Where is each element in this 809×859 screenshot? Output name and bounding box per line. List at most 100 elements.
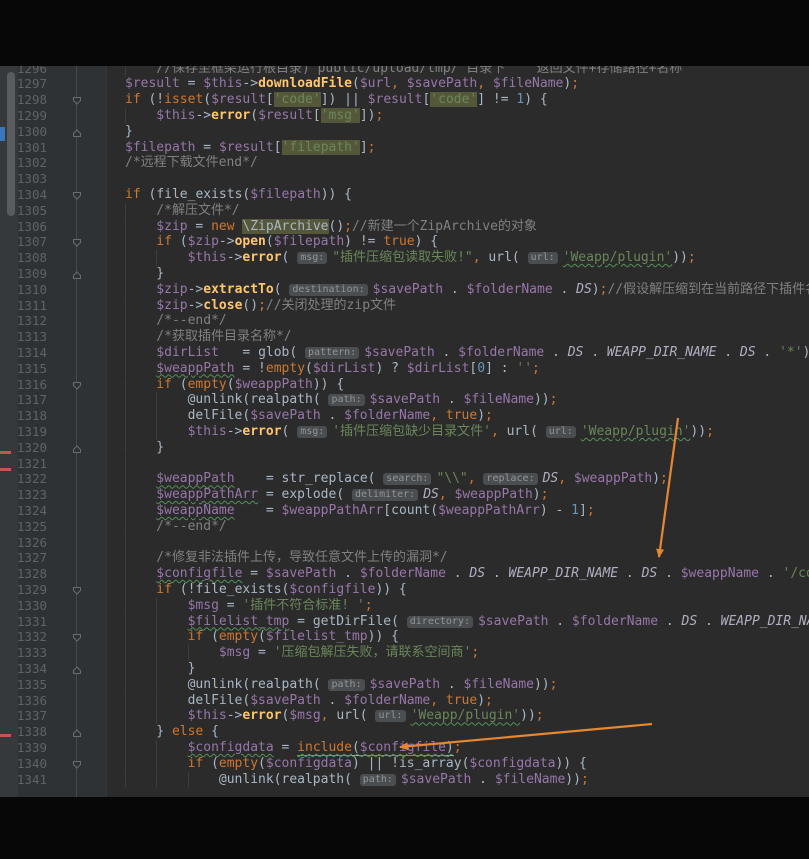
code-line[interactable]: 1326 (0, 535, 809, 551)
line-number[interactable]: 1341 (0, 772, 47, 788)
code-line[interactable]: 1333$msg = '压缩包解压失败，请联系空间商'; (0, 645, 809, 661)
line-number[interactable]: 1336 (0, 693, 47, 709)
fold-collapse-icon[interactable] (72, 190, 82, 200)
fold-collapse-icon[interactable] (72, 380, 82, 390)
line-number[interactable]: 1331 (0, 614, 47, 630)
code-line[interactable]: 1305/*解压文件*/ (0, 203, 809, 219)
line-number[interactable]: 1315 (0, 361, 47, 377)
line-number[interactable]: 1299 (0, 108, 47, 124)
code-line[interactable]: 1325/*--end*/ (0, 519, 809, 535)
line-number[interactable]: 1328 (0, 566, 47, 582)
line-number[interactable]: 1332 (0, 629, 47, 645)
code-line[interactable]: 1320} (0, 440, 809, 456)
line-number[interactable]: 1322 (0, 471, 47, 487)
fold-end-icon[interactable] (72, 664, 82, 674)
line-number[interactable]: 1334 (0, 661, 47, 677)
code-line[interactable]: 1328$configfile = $savePath . $folderNam… (0, 566, 809, 582)
code-line[interactable]: 1300} (0, 124, 809, 140)
fold-end-icon[interactable] (72, 443, 82, 453)
code-line[interactable]: 1307if ($zip->open($filepath) != true) { (0, 234, 809, 250)
code-line[interactable]: 1322$weappPath = str_replace( search:"\\… (0, 471, 809, 487)
line-number[interactable]: 1329 (0, 582, 47, 598)
code-line[interactable]: 1329if (!file_exists($configfile)) { (0, 582, 809, 598)
code-line[interactable]: 1314$dirList = glob( pattern:$savePath .… (0, 345, 809, 361)
line-number[interactable]: 1327 (0, 550, 47, 566)
code-line[interactable]: 1319$this->error( msg:'插件压缩包缺少目录文件', url… (0, 424, 809, 440)
code-line[interactable]: 1304if (file_exists($filepath)) { (0, 187, 809, 203)
code-line[interactable]: 1297$result = $this->downloadFile($url, … (0, 76, 809, 92)
line-number[interactable]: 1305 (0, 203, 47, 219)
fold-collapse-icon[interactable] (72, 632, 82, 642)
fold-end-icon[interactable] (72, 727, 82, 737)
code-line[interactable]: 1334} (0, 661, 809, 677)
line-number[interactable]: 1338 (0, 724, 47, 740)
code-line[interactable]: 1308$this->error( msg:"插件压缩包读取失败!", url(… (0, 250, 809, 266)
code-line[interactable]: 1327/*修复非法插件上传，导致任意文件上传的漏洞*/ (0, 550, 809, 566)
line-number[interactable]: 1326 (0, 535, 47, 551)
code-line[interactable]: 1301$filepath = $result['filepath']; (0, 140, 809, 156)
code-line[interactable]: 1330$msg = '插件不符合标准! '; (0, 598, 809, 614)
fold-collapse-icon[interactable] (72, 585, 82, 595)
code-line[interactable]: 1331$filelist_tmp = getDirFile( director… (0, 614, 809, 630)
line-number[interactable]: 1307 (0, 234, 47, 250)
fold-end-icon[interactable] (72, 269, 82, 279)
code-line[interactable]: 1341@unlink(realpath( path:$savePath . $… (0, 772, 809, 788)
line-number[interactable]: 1330 (0, 598, 47, 614)
line-number[interactable]: 1314 (0, 345, 47, 361)
line-number[interactable]: 1335 (0, 677, 47, 693)
code-line[interactable]: 1336delFile($savePath . $folderName, tru… (0, 693, 809, 709)
code-line[interactable]: 1318delFile($savePath . $folderName, tru… (0, 408, 809, 424)
line-number[interactable]: 1309 (0, 266, 47, 282)
code-line[interactable]: 1321 (0, 456, 809, 472)
code-line[interactable]: 1311$zip->close();//关闭处理的zip文件 (0, 298, 809, 314)
fold-end-icon[interactable] (72, 127, 82, 137)
line-number[interactable]: 1339 (0, 740, 47, 756)
line-number[interactable]: 1317 (0, 392, 47, 408)
line-number[interactable]: 1311 (0, 298, 47, 314)
code-line[interactable]: 1312/*--end*/ (0, 313, 809, 329)
code-line[interactable]: 1338} else { (0, 724, 809, 740)
code-line[interactable]: 1309} (0, 266, 809, 282)
code-line[interactable]: 1298if (!isset($result['code']) || $resu… (0, 92, 809, 108)
line-number[interactable]: 1340 (0, 756, 47, 772)
fold-collapse-icon[interactable] (72, 95, 82, 105)
code-line[interactable]: 1299$this->error($result['msg']); (0, 108, 809, 124)
fold-collapse-icon[interactable] (72, 237, 82, 247)
line-number[interactable]: 1323 (0, 487, 47, 503)
code-line[interactable]: 1303 (0, 171, 809, 187)
code-line[interactable]: 1316if (empty($weappPath)) { (0, 377, 809, 393)
code-line[interactable]: 1310$zip->extractTo( destination:$savePa… (0, 282, 809, 298)
line-number[interactable]: 1313 (0, 329, 47, 345)
line-number[interactable]: 1301 (0, 140, 47, 156)
code-line[interactable]: 1335@unlink(realpath( path:$savePath . $… (0, 677, 809, 693)
line-number[interactable]: 1302 (0, 155, 47, 171)
code-line[interactable]: 1313/*获取插件目录名称*/ (0, 329, 809, 345)
code-line[interactable]: 1339$configdata = include($configfile); (0, 740, 809, 756)
line-number[interactable]: 1310 (0, 282, 47, 298)
code-line[interactable]: 1302/*远程下载文件end*/ (0, 155, 809, 171)
line-number[interactable]: 1333 (0, 645, 47, 661)
line-number[interactable]: 1319 (0, 424, 47, 440)
line-number[interactable]: 1312 (0, 313, 47, 329)
line-number[interactable]: 1304 (0, 187, 47, 203)
code-line[interactable]: 1323$weappPathArr = explode( delimiter:D… (0, 487, 809, 503)
code-line[interactable]: 1332if (empty($filelist_tmp)) { (0, 629, 809, 645)
line-number[interactable]: 1308 (0, 250, 47, 266)
code-line[interactable]: 1317@unlink(realpath( path:$savePath . $… (0, 392, 809, 408)
line-number[interactable]: 1316 (0, 377, 47, 393)
code-line[interactable]: 1337$this->error($msg, url( url:'Weapp/p… (0, 708, 809, 724)
line-number[interactable]: 1298 (0, 92, 47, 108)
line-number[interactable]: 1297 (0, 76, 47, 92)
fold-collapse-icon[interactable] (72, 759, 82, 769)
line-number[interactable]: 1300 (0, 124, 47, 140)
code-line[interactable]: 1315$weappPath = !empty($dirList) ? $dir… (0, 361, 809, 377)
code-line[interactable]: 1324$weappName = $weappPathArr[count($we… (0, 503, 809, 519)
code-line[interactable]: 1340if (empty($configdata) || !is_array(… (0, 756, 809, 772)
line-number[interactable]: 1303 (0, 171, 47, 187)
line-number[interactable]: 1324 (0, 503, 47, 519)
code-line[interactable]: 1306$zip = new \ZipArchive();//新建一个ZipAr… (0, 219, 809, 235)
line-number[interactable]: 1318 (0, 408, 47, 424)
line-number[interactable]: 1325 (0, 519, 47, 535)
line-number[interactable]: 1337 (0, 708, 47, 724)
line-number[interactable]: 1306 (0, 219, 47, 235)
